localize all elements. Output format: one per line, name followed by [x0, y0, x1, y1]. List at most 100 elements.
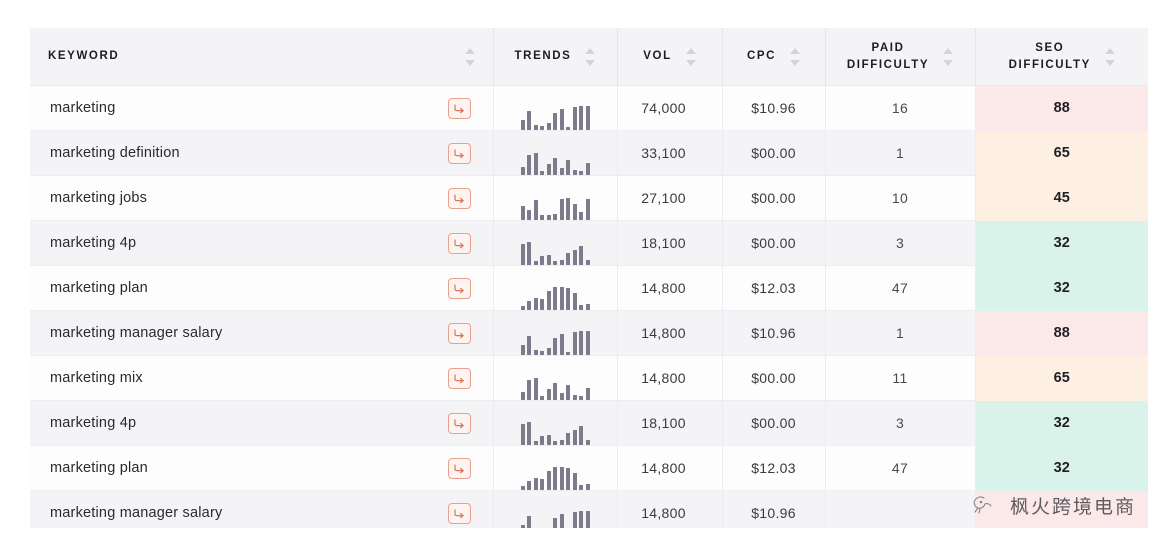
sparkline-bar	[520, 486, 525, 490]
sparkline-bar	[572, 430, 577, 445]
sparkline-bar	[533, 478, 538, 490]
page-root: KEYWORD TRENDS VOL CPC PAID DIFFICULTY SEO DI…	[0, 0, 1154, 546]
sort-arrows-icon[interactable]	[943, 47, 954, 66]
table-row[interactable]: marketing jobs 27,100 $00.00 10 45	[30, 175, 1148, 221]
arrow-right-curved-icon[interactable]	[447, 502, 471, 524]
arrow-right-curved-icon[interactable]	[447, 187, 471, 209]
sparkline-bar	[572, 170, 577, 175]
table-row[interactable]: marketing manager salary 14,800 $10.96 1 88	[30, 310, 1148, 356]
arrow-right-curved-icon[interactable]	[447, 457, 471, 479]
cell-cpc-value: $00.00	[751, 370, 796, 386]
sort-arrows-icon[interactable]	[790, 47, 801, 66]
cell-cpc-value: $00.00	[751, 190, 796, 206]
cell-seo-difficulty: 88	[974, 85, 1148, 131]
cell-trends	[492, 265, 617, 311]
column-header-label: CPC	[746, 50, 777, 63]
sparkline-bar	[579, 396, 583, 400]
sparkline-bar	[520, 244, 525, 265]
cell-cpc: $10.96	[721, 310, 825, 356]
table-row[interactable]: marketing definition 33,100 $00.00 1 65	[30, 130, 1148, 176]
sparkline-bar	[566, 352, 570, 355]
cell-cpc: $12.03	[721, 445, 825, 491]
sort-arrows-icon[interactable]	[585, 47, 596, 66]
table-row[interactable]: marketing plan 14,800 $12.03 47 32	[30, 445, 1148, 491]
column-header-keyword[interactable]: KEYWORD	[30, 28, 493, 86]
trend-sparkline	[494, 221, 617, 265]
cell-vol: 14,800	[616, 445, 722, 491]
sparkline-bar	[579, 331, 583, 355]
sparkline-bar	[546, 123, 551, 130]
trend-sparkline	[494, 491, 617, 528]
sparkline-bar	[559, 440, 564, 445]
sparkline-bar	[553, 287, 557, 310]
arrow-right-curved-icon[interactable]	[447, 97, 471, 119]
cell-seo-difficulty: 32	[974, 220, 1148, 266]
sparkline-bar	[527, 336, 531, 355]
arrow-right-curved-icon[interactable]	[447, 142, 471, 164]
sparkline-bar	[566, 288, 570, 310]
sort-arrows-icon[interactable]	[464, 47, 475, 66]
trend-sparkline	[494, 356, 617, 400]
seo-difficulty-value: 45	[1053, 190, 1070, 206]
sparkline-bar	[572, 332, 577, 355]
column-header-trends[interactable]: TRENDS	[492, 28, 617, 86]
cell-vol-value: 14,800	[641, 325, 686, 341]
sparkline-bar	[559, 287, 564, 310]
sparkline-bar	[559, 199, 564, 220]
sparkline-bar	[579, 212, 583, 220]
table-row[interactable]: marketing 74,000 $10.96 16 88	[30, 85, 1148, 131]
cell-seo-difficulty: 65	[974, 130, 1148, 176]
column-header-paid_difficulty[interactable]: PAID DIFFICULTY	[824, 28, 975, 86]
keyword-text: marketing 4p	[50, 235, 137, 251]
table-row[interactable]: marketing mix 14,800 $00.00 11 65	[30, 355, 1148, 401]
sparkline-bar	[553, 383, 557, 400]
trend-sparkline	[494, 311, 617, 355]
table-body: marketing 74,000 $10.96 16 88 marketing defin…	[30, 85, 1148, 528]
cell-cpc-value: $10.96	[751, 325, 796, 341]
sparkline-bar	[579, 485, 583, 490]
cell-seo-difficulty: 45	[974, 175, 1148, 221]
sort-arrows-icon[interactable]	[1104, 47, 1115, 66]
sparkline-bar	[553, 113, 557, 130]
column-header-vol[interactable]: VOL	[616, 28, 722, 86]
cell-cpc-value: $12.03	[751, 280, 796, 296]
cell-cpc: $00.00	[721, 130, 825, 176]
cell-vol-value: 14,800	[641, 280, 686, 296]
sparkline-bar	[566, 253, 570, 265]
column-header-seo_difficulty[interactable]: SEO DIFFICULTY	[974, 28, 1148, 86]
keyword-cell-inner: marketing jobs	[30, 176, 493, 220]
sparkline-bar	[566, 160, 570, 175]
arrow-right-curved-icon[interactable]	[447, 232, 471, 254]
sparkline-bar	[527, 155, 531, 175]
sort-arrows-icon[interactable]	[685, 47, 696, 66]
cell-vol-value: 33,100	[641, 145, 686, 161]
column-header-cpc[interactable]: CPC	[721, 28, 825, 86]
seo-difficulty-value: 88	[1053, 100, 1070, 117]
sparkline-bar	[533, 125, 538, 130]
sparkline-bar	[546, 348, 551, 355]
arrow-right-curved-icon[interactable]	[447, 412, 471, 434]
keyword-cell-inner: marketing plan	[30, 266, 493, 310]
cell-paid-difficulty-value: 16	[891, 100, 909, 116]
keyword-cell-inner: marketing mix	[30, 356, 493, 400]
arrow-right-curved-icon[interactable]	[447, 277, 471, 299]
cell-cpc: $00.00	[721, 175, 825, 221]
cell-paid-difficulty-value: 1	[895, 145, 905, 161]
sparkline-bar	[585, 106, 590, 130]
arrow-right-curved-icon[interactable]	[447, 367, 471, 389]
sparkline-bar	[553, 338, 557, 355]
keyword-text: marketing mix	[50, 370, 143, 386]
cell-paid-difficulty-value: 47	[891, 460, 909, 476]
arrow-right-curved-icon[interactable]	[447, 322, 471, 344]
table-row[interactable]: marketing 4p 18,100 $00.00 3 32	[30, 220, 1148, 266]
sparkline-bar	[527, 481, 531, 490]
table-row[interactable]: marketing plan 14,800 $12.03 47 32	[30, 265, 1148, 311]
sparkline-bar	[527, 422, 531, 445]
sparkline-bar	[533, 350, 538, 355]
table-row[interactable]: marketing 4p 18,100 $00.00 3 32	[30, 400, 1148, 446]
cell-keyword: marketing jobs	[30, 175, 493, 221]
column-header-label: VOL	[643, 50, 672, 63]
table-row[interactable]: marketing manager salary 14,800 $10.96	[30, 490, 1148, 528]
sparkline-bar	[520, 392, 525, 400]
keyword-table: KEYWORD TRENDS VOL CPC PAID DIFFICULTY SEO DI…	[30, 28, 1148, 528]
